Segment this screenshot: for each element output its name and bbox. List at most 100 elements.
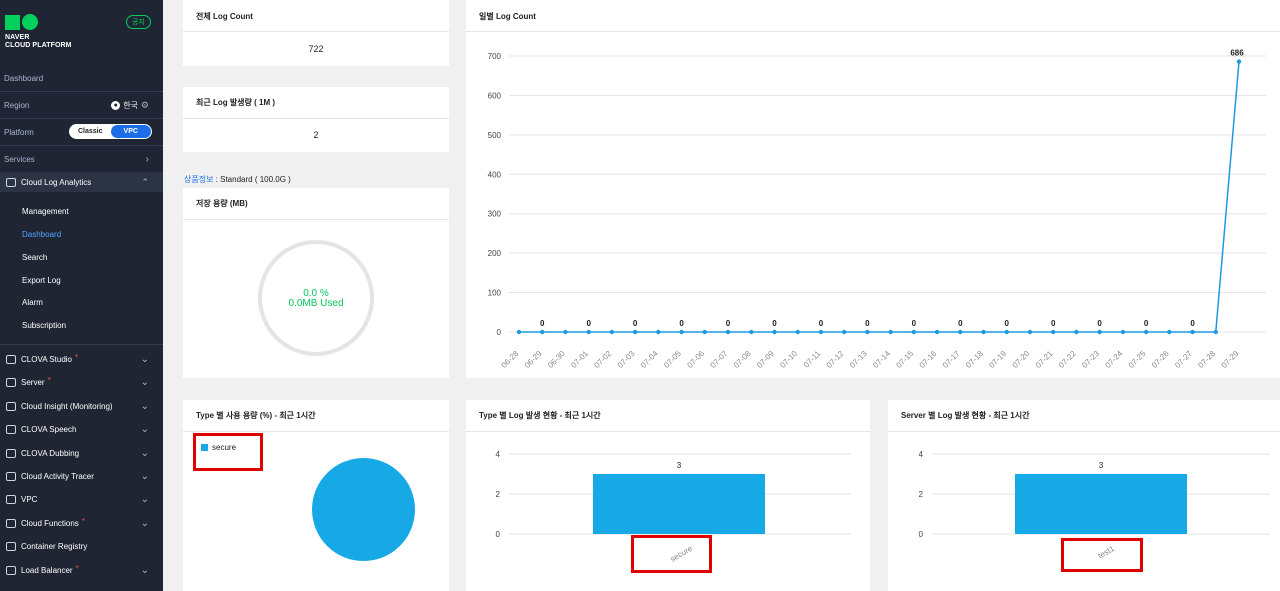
x-tick-label: 07-12 [825,349,846,370]
sidebar-item-vpc[interactable]: VPC ⌄ [0,492,163,506]
clova-speech-icon [6,424,16,434]
data-label: 0 [679,319,684,328]
y-tick-label: 0 [919,530,924,539]
sidebar-item-container-registry[interactable]: Container Registry [0,539,163,553]
chevron-down-icon: ⌄ [140,376,149,388]
highlight-box [1061,538,1143,572]
y-tick-label: 300 [488,210,502,219]
sub-item-management[interactable]: Management [22,207,69,216]
data-label: 0 [1005,319,1010,328]
korea-flag-icon: ● [111,100,121,110]
service-label: CLOVA Speech [21,424,77,434]
storage-used: 0.0MB Used [288,298,344,309]
x-tick-label: 07-27 [1173,349,1194,370]
chevron-down-icon: ⌄ [140,470,149,482]
naver-cloud-logo[interactable]: NAVER CLOUD PLATFORM [5,14,72,50]
data-label: 0 [958,319,963,328]
data-point [934,329,940,335]
sidebar-item-server[interactable]: Server * ⌄ [0,375,163,389]
sidebar-item-clova-dubbing[interactable]: CLOVA Dubbing ⌄ [0,446,163,460]
data-point [1004,329,1009,335]
data-label: 0 [912,319,917,328]
service-label: Cloud Activity Tracer [21,471,94,481]
data-point [1050,329,1056,335]
x-tick-label: 07-02 [592,349,613,370]
x-tick-label: 07-04 [639,349,660,370]
chevron-down-icon: ⌄ [140,400,149,412]
required-marker: * [75,563,79,573]
sub-item-subscription[interactable]: Subscription [22,321,66,330]
data-point [1167,329,1172,335]
platform-toggle: Classic VPC [69,124,152,139]
gear-icon[interactable]: ⚙ [141,100,149,111]
panel-title: 일별 Log Count [479,12,536,21]
sidebar-item-load-balancer[interactable]: Load Balancer * ⌄ [0,563,163,577]
x-tick-label: 07-03 [616,349,637,370]
data-point [679,329,684,335]
highlight-box [193,433,263,471]
x-tick-label: 06-28 [500,349,521,370]
data-point [540,329,545,335]
data-label: 0 [540,319,545,328]
service-label: Cloud Functions [21,518,79,528]
y-tick-label: 400 [488,170,502,179]
logo-line2: CLOUD PLATFORM [5,42,72,49]
panel-title: Type 별 Log 발생 현황 - 최근 1시간 [479,411,601,420]
divider [0,145,163,146]
x-tick-label: 07-18 [964,349,985,370]
divider [183,431,449,432]
platform-option-vpc[interactable]: VPC [110,125,151,138]
x-tick-label: 07-22 [1057,349,1078,370]
x-tick-label: 07-16 [918,349,939,370]
sub-item-dashboard[interactable]: Dashboard [22,230,61,239]
server-icon [6,377,16,387]
sidebar-item-cloud-activity-tracer[interactable]: Cloud Activity Tracer ⌄ [0,469,163,483]
region-selector[interactable]: ● 한국 ⚙ [111,100,149,111]
service-label: Load Balancer [21,565,73,575]
x-tick-label: 07-07 [709,349,730,370]
x-tick-label: 07-11 [802,349,823,370]
services-row[interactable]: Services › [0,152,163,166]
service-label: CLOVA Studio [21,354,72,364]
data-label: 0 [1051,319,1056,328]
data-point [656,329,661,335]
y-tick-label: 0 [497,328,502,337]
data-point [1213,329,1218,335]
platform-option-classic[interactable]: Classic [70,125,111,138]
data-point [586,329,591,335]
logo-square [5,14,20,30]
x-tick-label: 07-26 [1150,349,1171,370]
data-label: 0 [726,319,731,328]
sidebar-item-clova-studio[interactable]: CLOVA Studio * ⌄ [0,352,163,366]
required-marker: * [47,375,51,385]
data-point [609,329,615,335]
data-point [1027,329,1033,335]
sub-item-search[interactable]: Search [22,253,47,262]
vpc-icon [6,494,16,504]
product-info-value: : Standard ( 100.0G ) [213,175,291,184]
x-tick-label: 07-05 [662,349,683,370]
sidebar-dashboard-link[interactable]: Dashboard [0,72,163,84]
x-tick-label: 07-06 [685,349,706,370]
data-point [1074,329,1079,335]
active-service-label: Cloud Log Analytics [21,177,92,187]
chevron-down-icon: ⌄ [140,517,149,529]
pie-slice-secure[interactable] [312,458,415,561]
data-label: 3 [677,461,682,470]
recent-log-value: 2 [313,130,319,140]
sidebar-item-clova-speech[interactable]: CLOVA Speech ⌄ [0,422,163,436]
sub-item-alarm[interactable]: Alarm [22,298,43,307]
panel-title: Type 별 사용 용량 (%) - 최근 1시간 [196,411,316,420]
service-label: Container Registry [21,541,88,551]
data-point [818,329,824,335]
notice-badge[interactable]: 공지 [126,15,151,29]
panel-title: 최근 Log 발생량 ( 1M ) [196,98,276,107]
sidebar-item-cloud-functions[interactable]: Cloud Functions * ⌄ [0,516,163,530]
sidebar-item-cloud-log-analytics[interactable]: Cloud Log Analytics ⌃ [0,172,163,192]
cloud-insight-icon [6,401,16,411]
sub-item-export-log[interactable]: Export Log [22,276,61,285]
logo-mark [5,14,72,30]
x-tick-label: 07-23 [1080,349,1101,370]
sidebar-item-cloud-insight[interactable]: Cloud Insight (Monitoring) ⌄ [0,399,163,413]
data-point [749,329,754,335]
